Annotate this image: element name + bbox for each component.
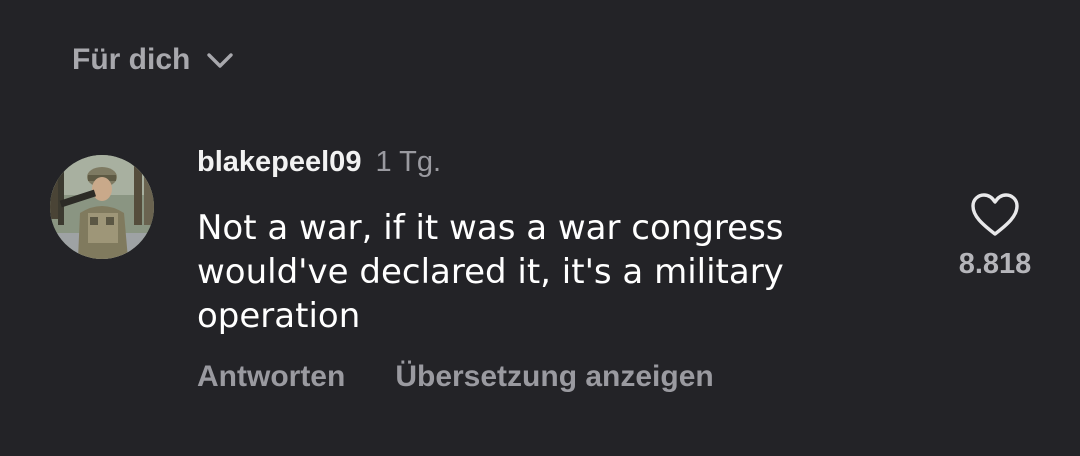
comments-panel: Für dich blakepeel09 1 Tg. Not a war, if… xyxy=(0,0,1080,456)
heart-icon[interactable] xyxy=(970,192,1020,238)
reply-button[interactable]: Antworten xyxy=(197,360,345,394)
comment: blakepeel09 1 Tg. Not a war, if it was a… xyxy=(197,146,887,394)
avatar-image xyxy=(50,155,154,259)
comment-text: Not a war, if it was a war congress woul… xyxy=(197,208,784,336)
username[interactable]: blakepeel09 xyxy=(197,146,361,179)
timestamp: 1 Tg. xyxy=(375,146,442,178)
like-count: 8.818 xyxy=(958,248,1032,280)
like-area: 8.818 xyxy=(940,192,1050,281)
comment-actions: Antworten Übersetzung anzeigen xyxy=(197,360,887,394)
avatar[interactable] xyxy=(50,155,154,259)
comment-header: blakepeel09 1 Tg. xyxy=(197,146,887,190)
chevron-down-icon xyxy=(207,53,234,68)
translate-button[interactable]: Übersetzung anzeigen xyxy=(395,360,713,394)
sort-label: Für dich xyxy=(72,43,191,76)
sort-dropdown[interactable]: Für dich xyxy=(72,40,234,80)
